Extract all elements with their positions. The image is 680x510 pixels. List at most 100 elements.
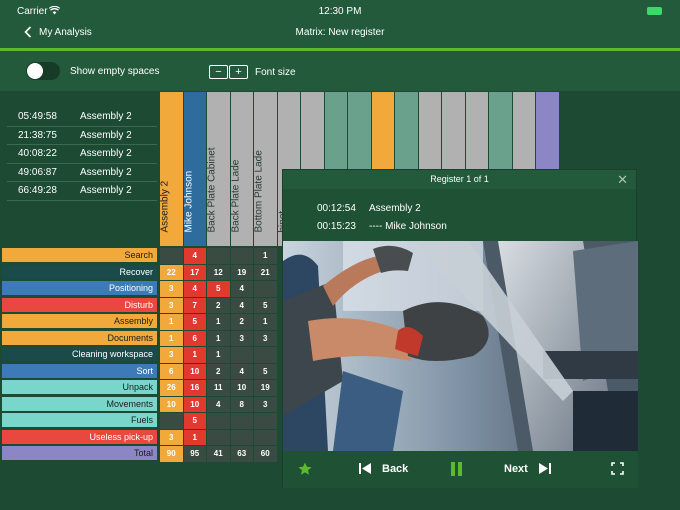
matrix-cell[interactable]: 1: [183, 429, 207, 446]
column-header[interactable]: Bottom Plate Lade: [254, 92, 278, 246]
row-label[interactable]: Fuels: [2, 413, 157, 428]
matrix-cell[interactable]: 1: [207, 330, 231, 347]
matrix-cell[interactable]: 8: [230, 396, 254, 413]
battery-icon: [647, 7, 662, 15]
column-header-label: Back Plate Cabinet: [207, 147, 218, 233]
matrix-cell[interactable]: [160, 248, 184, 265]
column-header[interactable]: Back Plate Cabinet: [207, 92, 231, 246]
matrix-cell[interactable]: 3: [230, 330, 254, 347]
matrix-cell[interactable]: 19: [254, 380, 278, 397]
matrix-cell[interactable]: 12: [207, 264, 231, 281]
matrix-cell[interactable]: [254, 413, 278, 430]
matrix-cell[interactable]: 16: [183, 380, 207, 397]
matrix-cell[interactable]: 1: [160, 314, 184, 331]
row-label[interactable]: Search: [2, 248, 157, 263]
row-label[interactable]: Sort: [2, 363, 157, 379]
matrix-cell[interactable]: 3: [254, 330, 278, 347]
matrix-cell[interactable]: 5: [183, 413, 207, 430]
matrix-cell[interactable]: 10: [160, 396, 184, 413]
matrix-cell[interactable]: 63: [230, 446, 254, 463]
font-increase-button[interactable]: +: [229, 65, 248, 79]
matrix-cell[interactable]: 2: [207, 363, 231, 380]
log-row[interactable]: 21:38:75 Assembly 2: [7, 127, 157, 145]
matrix-cell[interactable]: 3: [160, 297, 184, 314]
matrix-cell[interactable]: 4: [230, 281, 254, 298]
next-button[interactable]: Next: [504, 462, 551, 475]
matrix-cell[interactable]: 5: [254, 297, 278, 314]
row-label[interactable]: Cleaning workspace: [2, 347, 157, 362]
log-row[interactable]: 05:49:58 Assembly 2: [7, 108, 157, 127]
row-label[interactable]: Recover: [2, 264, 157, 280]
matrix-cell[interactable]: 6: [160, 363, 184, 380]
matrix-cell[interactable]: [230, 413, 254, 430]
matrix-cell[interactable]: 3: [160, 347, 184, 364]
matrix-cell[interactable]: [254, 281, 278, 298]
matrix-cell[interactable]: [230, 429, 254, 446]
matrix-cell[interactable]: 3: [160, 429, 184, 446]
star-icon[interactable]: [298, 462, 312, 476]
matrix-cell[interactable]: 5: [254, 363, 278, 380]
matrix-cell[interactable]: 11: [207, 380, 231, 397]
column-header[interactable]: Back Plate Lade: [230, 92, 254, 246]
log-time: 66:49:28: [18, 185, 57, 197]
log-row[interactable]: 66:49:28 Assembly 2: [7, 182, 157, 201]
matrix-cell[interactable]: 41: [207, 446, 231, 463]
log-row[interactable]: 49:06:87 Assembly 2: [7, 164, 157, 182]
pause-button[interactable]: [451, 462, 463, 479]
row-label[interactable]: Movements: [2, 396, 157, 412]
matrix-cell[interactable]: 5: [207, 281, 231, 298]
matrix-cell[interactable]: 95: [183, 446, 207, 463]
column-header[interactable]: Assembly 2: [160, 92, 184, 246]
column-header[interactable]: Mike Johnson: [183, 92, 207, 246]
row-label[interactable]: Unpack: [2, 380, 157, 395]
log-row[interactable]: 40:08:22 Assembly 2: [7, 145, 157, 164]
row-label[interactable]: Total: [2, 446, 157, 461]
row-label[interactable]: Useless pick-up: [2, 429, 157, 445]
matrix-cell[interactable]: [207, 429, 231, 446]
matrix-cell[interactable]: 4: [183, 248, 207, 265]
matrix-cell[interactable]: 1: [207, 347, 231, 364]
matrix-cell[interactable]: 60: [254, 446, 278, 463]
matrix-cell[interactable]: 3: [160, 281, 184, 298]
row-label[interactable]: Disturb: [2, 297, 157, 313]
matrix-cell[interactable]: 4: [207, 396, 231, 413]
matrix-cell[interactable]: 1: [183, 347, 207, 364]
matrix-cell[interactable]: [207, 413, 231, 430]
matrix-cell[interactable]: 4: [183, 281, 207, 298]
matrix-cell[interactable]: [230, 248, 254, 265]
matrix-cell[interactable]: 5: [183, 314, 207, 331]
matrix-cell[interactable]: 10: [183, 363, 207, 380]
close-icon[interactable]: ✕: [617, 170, 628, 189]
matrix-cell[interactable]: 4: [230, 297, 254, 314]
matrix-cell[interactable]: 90: [160, 446, 184, 463]
matrix-cell[interactable]: [254, 429, 278, 446]
matrix-cell[interactable]: 10: [183, 396, 207, 413]
row-label[interactable]: Positioning: [2, 281, 157, 296]
back-button[interactable]: Back: [359, 462, 408, 475]
matrix-cell[interactable]: 2: [207, 297, 231, 314]
matrix-cell[interactable]: 10: [230, 380, 254, 397]
matrix-cell[interactable]: 17: [183, 264, 207, 281]
matrix-cell[interactable]: 1: [254, 314, 278, 331]
matrix-cell[interactable]: [207, 248, 231, 265]
matrix-cell[interactable]: [160, 413, 184, 430]
matrix-cell[interactable]: 3: [254, 396, 278, 413]
matrix-cell[interactable]: 7: [183, 297, 207, 314]
font-decrease-button[interactable]: −: [209, 65, 228, 79]
matrix-cell[interactable]: 4: [230, 363, 254, 380]
row-label[interactable]: Documents: [2, 330, 157, 346]
matrix-cell[interactable]: 6: [183, 330, 207, 347]
matrix-cell[interactable]: [230, 347, 254, 364]
matrix-cell[interactable]: 26: [160, 380, 184, 397]
matrix-cell[interactable]: 1: [207, 314, 231, 331]
matrix-cell[interactable]: 21: [254, 264, 278, 281]
row-label[interactable]: Assembly: [2, 314, 157, 329]
matrix-cell[interactable]: 1: [254, 248, 278, 265]
matrix-cell[interactable]: 19: [230, 264, 254, 281]
matrix-cell[interactable]: 1: [160, 330, 184, 347]
matrix-cell[interactable]: 22: [160, 264, 184, 281]
matrix-cell[interactable]: 2: [230, 314, 254, 331]
fullscreen-icon[interactable]: [611, 462, 624, 475]
show-empty-spaces-toggle[interactable]: [26, 62, 60, 80]
matrix-cell[interactable]: [254, 347, 278, 364]
